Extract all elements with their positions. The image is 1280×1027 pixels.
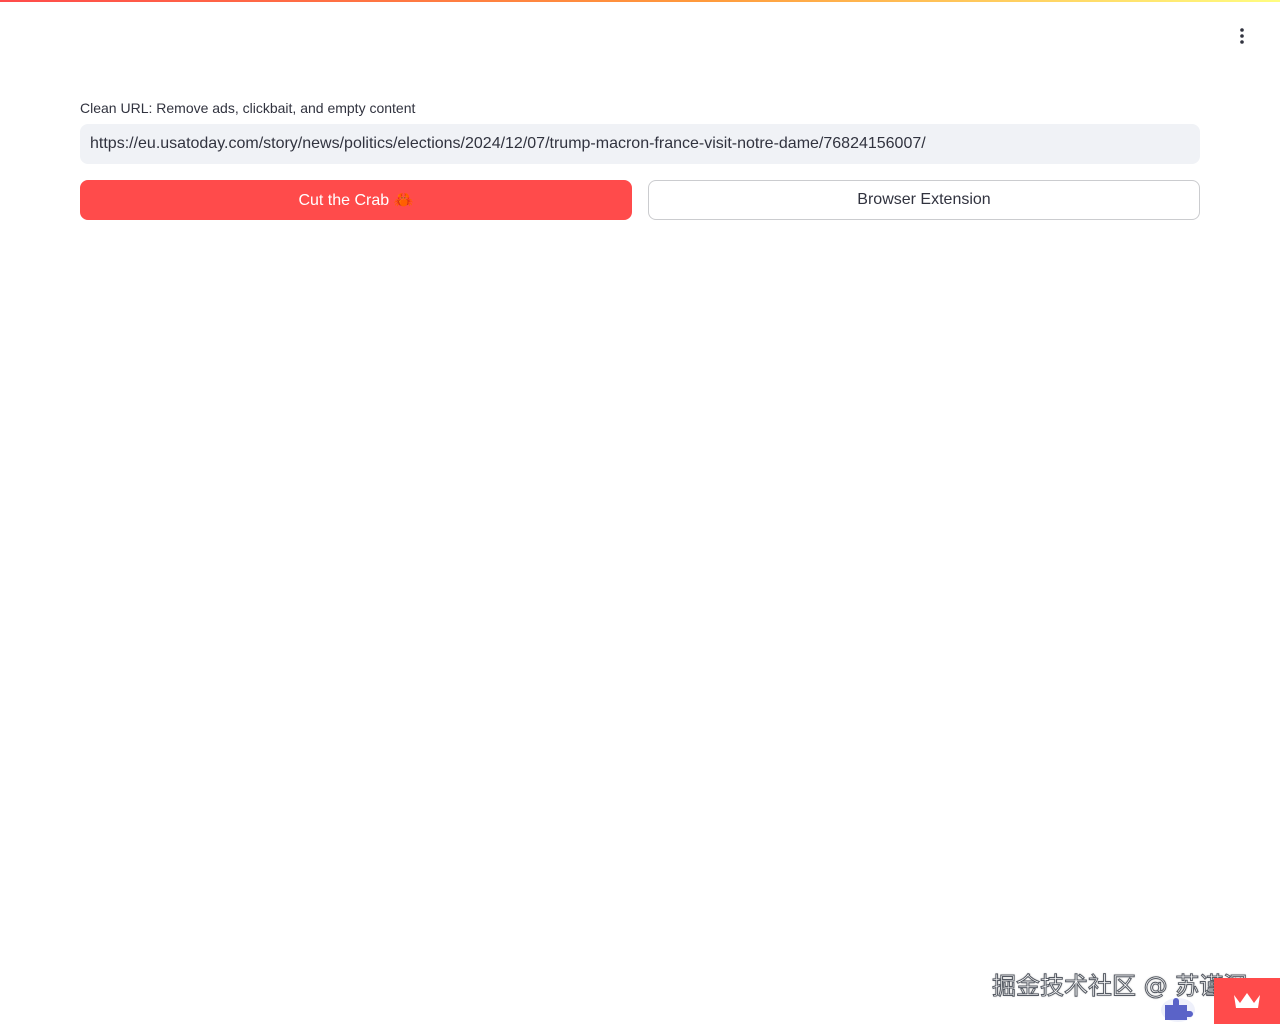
browser-extension-label: Browser Extension xyxy=(857,191,991,208)
watermark-text: 掘金技术社区 @ 苏谨深 xyxy=(991,972,1248,1001)
puzzle-icon xyxy=(1161,998,1195,1022)
browser-extension-button[interactable]: Browser Extension xyxy=(648,180,1200,220)
hosted-badge[interactable] xyxy=(1214,978,1280,1024)
main-menu-button[interactable] xyxy=(1228,22,1256,50)
url-input[interactable] xyxy=(80,124,1200,164)
vertical-ellipsis-icon xyxy=(1240,28,1244,44)
url-field-label: Clean URL: Remove ads, clickbait, and em… xyxy=(80,100,416,116)
top-decoration-bar xyxy=(0,0,1280,2)
puzzle-badge[interactable] xyxy=(1160,992,1196,1022)
main-content: Clean URL: Remove ads, clickbait, and em… xyxy=(80,98,1200,220)
cut-the-crab-label: Cut the Crab 🦀 xyxy=(298,192,414,209)
button-row: Cut the Crab 🦀 Browser Extension xyxy=(80,180,1200,220)
cut-the-crab-button[interactable]: Cut the Crab 🦀 xyxy=(80,180,632,220)
crown-icon xyxy=(1234,993,1260,1008)
